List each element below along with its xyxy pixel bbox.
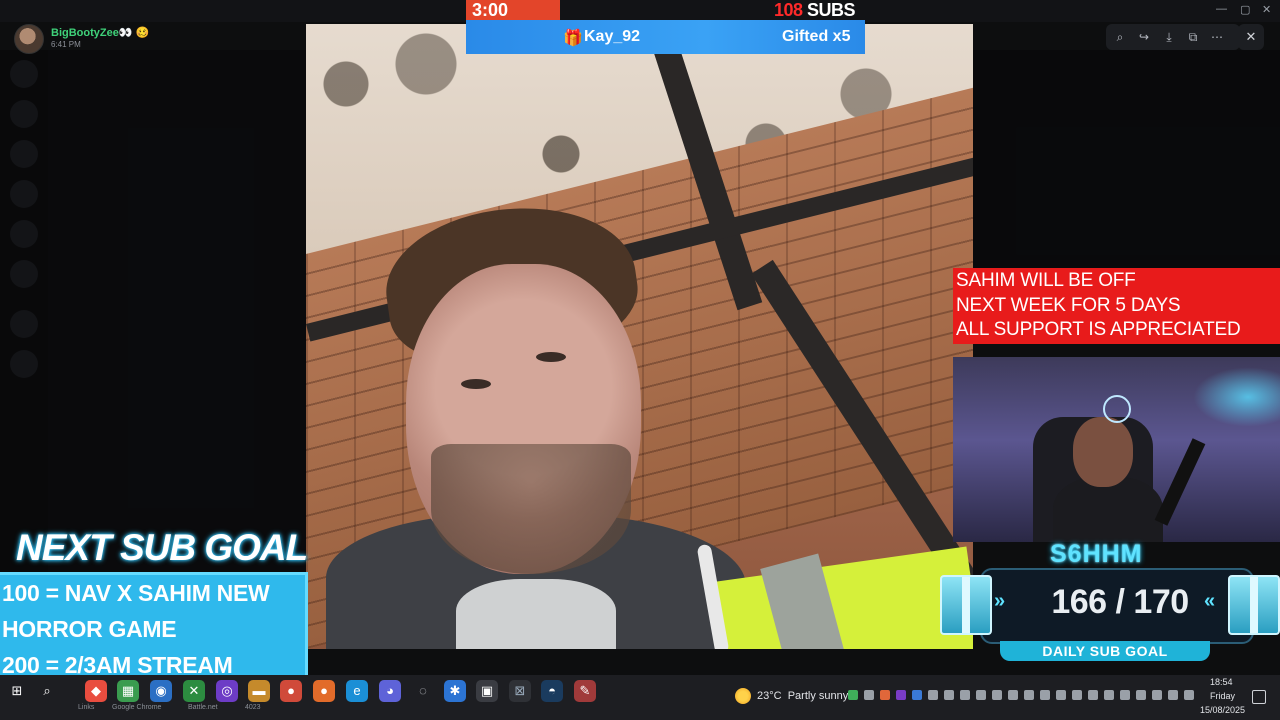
tray-icon[interactable] (976, 690, 986, 700)
tray-icon[interactable] (1008, 690, 1018, 700)
steam-icon[interactable]: ◓ (541, 680, 563, 702)
tray-icon[interactable] (992, 690, 1002, 700)
alert-username: Kay_92 (584, 28, 641, 45)
alert-gift-count: Gifted x5 (782, 28, 851, 45)
weather-sun-icon[interactable] (735, 688, 751, 704)
battlenet-icon[interactable]: ✱ (444, 680, 466, 702)
double-arrow-right-icon: » (994, 590, 1006, 612)
firefox-icon[interactable]: ● (313, 680, 335, 702)
tray-icon[interactable] (1040, 690, 1050, 700)
gift-icon: 🎁 (563, 30, 583, 47)
streamer-webcam (953, 357, 1280, 542)
notification-icon[interactable] (1252, 690, 1266, 704)
eye (461, 379, 491, 389)
tray-icon[interactable] (1104, 690, 1114, 700)
eye (536, 352, 566, 362)
search-icon[interactable]: ⌕ (36, 680, 58, 702)
wifi-icon[interactable] (1056, 690, 1066, 700)
subs-counter: 108 SUBS (774, 0, 856, 21)
gift-box-icon (940, 575, 992, 635)
app-icon[interactable]: ▣ (476, 680, 498, 702)
streamer-head (1073, 417, 1133, 487)
message-timestamp: 6:41 PM (51, 40, 81, 49)
announcement-line: ALL SUPPORT IS APPRECIATED (956, 319, 1241, 340)
taskbar-label: 4023 (245, 704, 261, 711)
tray-icon[interactable] (1168, 690, 1178, 700)
maximize-icon[interactable]: ▢ (1240, 3, 1250, 16)
microphone-icon[interactable] (1072, 690, 1082, 700)
subs-suffix: SUBS (802, 0, 856, 20)
folder-icon[interactable]: ▬ (248, 680, 270, 702)
tray-icon[interactable] (928, 690, 938, 700)
open-external-icon[interactable]: ⧉ (1185, 29, 1201, 45)
media-viewer-toolbar: ⌕ ↪ ⤓ ⧉ ⋯ (1106, 24, 1240, 50)
app-icon[interactable]: ◎ (216, 680, 238, 702)
discord-icon[interactable]: ◕ (379, 680, 401, 702)
subs-number: 108 (774, 0, 803, 20)
app-icon[interactable]: ◉ (150, 680, 172, 702)
tray-icon[interactable] (944, 690, 954, 700)
edge-icon[interactable]: e (346, 680, 368, 702)
app-icon[interactable]: ⊠ (509, 680, 531, 702)
weather-widget[interactable]: 23°C Partly sunny (757, 690, 848, 702)
selfie-photo (306, 24, 973, 649)
taskbar-label: Links (78, 704, 95, 711)
tray-icon[interactable] (896, 690, 906, 700)
taskbar-label: Google Chrome (112, 704, 162, 711)
clock-time[interactable]: 18:54 (1210, 677, 1233, 687)
window-titlebar: — ▢ ✕ (0, 0, 1280, 22)
tray-icon[interactable] (880, 690, 890, 700)
app-icon[interactable]: ◆ (85, 680, 107, 702)
daily-goal-label: DAILY SUB GOAL (1042, 643, 1168, 659)
weather-temp: 23°C (757, 690, 782, 702)
taskbar-label: Battle.net (188, 704, 218, 711)
forward-icon[interactable]: ↪ (1136, 29, 1152, 45)
tshirt (456, 579, 616, 649)
gift-box-icon (1228, 575, 1280, 635)
clock-day[interactable]: Friday (1210, 691, 1235, 701)
close-viewer-button[interactable]: ✕ (1238, 24, 1264, 50)
tray-icon[interactable] (864, 690, 874, 700)
next-goal-title: NEXT SUB GOAL (16, 527, 308, 568)
app-icon[interactable]: ◌ (412, 680, 434, 702)
announcement-line: SAHIM WILL BE OFF (956, 270, 1136, 291)
announcement-line: NEXT WEEK FOR 5 DAYS (956, 295, 1181, 316)
xbox-icon[interactable]: ✕ (183, 680, 205, 702)
author-username[interactable]: BigBootyZee👀 🥴 (51, 26, 149, 39)
tray-icon[interactable] (1184, 690, 1194, 700)
weather-desc: Partly sunny (787, 690, 849, 702)
volume-icon[interactable] (1088, 690, 1098, 700)
subathon-timer: 3:00 (472, 0, 509, 20)
hi-vis-vest (708, 546, 973, 649)
microphone-arm (1154, 438, 1206, 526)
tray-icon[interactable] (960, 690, 970, 700)
minimize-icon[interactable]: — (1216, 3, 1227, 15)
app-icon[interactable]: ✎ (574, 680, 596, 702)
download-icon[interactable]: ⤓ (1161, 29, 1177, 45)
tray-icon[interactable] (912, 690, 922, 700)
app-icon[interactable]: ▦ (117, 680, 139, 702)
tray-icon[interactable] (1152, 690, 1162, 700)
more-icon[interactable]: ⋯ (1209, 29, 1225, 45)
next-goal-line: 100 = NAV X SAHIM NEW (2, 580, 270, 606)
tray-icon[interactable] (1136, 690, 1146, 700)
next-goal-line: HORROR GAME (2, 616, 177, 642)
tray-icon[interactable] (1120, 690, 1130, 700)
daily-goal-value: 166 / 170 (1051, 583, 1189, 621)
zoom-icon[interactable]: ⌕ (1112, 29, 1128, 45)
avatar[interactable] (14, 24, 44, 54)
window-close-icon[interactable]: ✕ (1262, 3, 1271, 16)
channel-name: S6HHM (1050, 540, 1143, 568)
neon-light (1193, 367, 1280, 427)
tray-icon[interactable] (1024, 690, 1034, 700)
wall-logo-icon (1103, 395, 1131, 423)
windows-start-icon[interactable]: ⊞ (6, 680, 28, 702)
tray-icon[interactable] (848, 690, 858, 700)
clock-date[interactable]: 15/08/2025 (1200, 705, 1245, 715)
beard (431, 444, 631, 574)
chrome-icon[interactable]: ● (280, 680, 302, 702)
